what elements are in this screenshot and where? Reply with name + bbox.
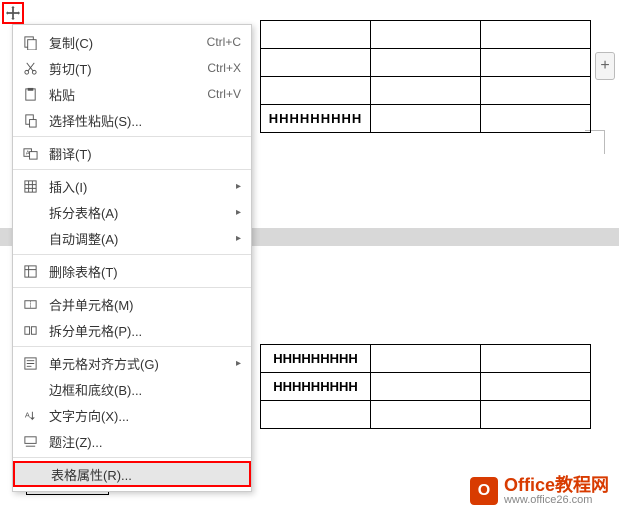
menu-shortcut: Ctrl+C xyxy=(207,35,241,49)
table-row[interactable] xyxy=(261,401,591,429)
menu-label: 插入(I) xyxy=(49,177,228,196)
menu-table-properties[interactable]: 表格属性(R)... xyxy=(13,461,251,487)
menu-shortcut: Ctrl+V xyxy=(207,87,241,101)
menu-split-cells[interactable]: 拆分单元格(P)... xyxy=(13,317,251,343)
menu-translate[interactable]: A 翻译(T) xyxy=(13,140,251,166)
table-row[interactable] xyxy=(261,21,591,49)
table-row[interactable] xyxy=(261,49,591,77)
move-icon xyxy=(6,6,20,20)
menu-cut[interactable]: 剪切(T) Ctrl+X xyxy=(13,55,251,81)
menu-label: 粘贴 xyxy=(49,85,207,104)
menu-copy[interactable]: 复制(C) Ctrl+C xyxy=(13,29,251,55)
svg-text:A: A xyxy=(24,410,29,419)
menu-separator xyxy=(13,346,251,347)
blank-icon xyxy=(21,229,39,247)
watermark: O Office教程网 www.office26.com xyxy=(470,476,609,507)
menu-paste[interactable]: 粘贴 Ctrl+V xyxy=(13,81,251,107)
caption-icon xyxy=(21,432,39,450)
menu-separator xyxy=(13,169,251,170)
menu-label: 剪切(T) xyxy=(49,59,207,78)
cut-icon xyxy=(21,59,39,77)
paste-icon xyxy=(21,85,39,103)
menu-delete-table[interactable]: 删除表格(T) xyxy=(13,258,251,284)
menu-paste-special[interactable]: 选择性粘贴(S)... xyxy=(13,107,251,133)
menu-label: 自动调整(A) xyxy=(49,229,228,248)
table-row[interactable] xyxy=(261,77,591,105)
paste-special-icon xyxy=(21,111,39,129)
menu-label: 拆分表格(A) xyxy=(49,203,228,222)
menu-caption[interactable]: 题注(Z)... xyxy=(13,428,251,454)
menu-label: 拆分单元格(P)... xyxy=(49,321,241,340)
menu-shortcut: Ctrl+X xyxy=(207,61,241,75)
chevron-right-icon: ▸ xyxy=(236,181,241,192)
menu-separator xyxy=(13,136,251,137)
watermark-url: www.office26.com xyxy=(504,494,609,507)
translate-icon: A xyxy=(21,144,39,162)
align-icon xyxy=(21,354,39,372)
menu-label: 删除表格(T) xyxy=(49,262,241,281)
menu-autofit[interactable]: 自动调整(A) ▸ xyxy=(13,225,251,251)
menu-label: 复制(C) xyxy=(49,33,207,52)
table-cell[interactable]: HHHHHHHHH xyxy=(261,345,371,373)
menu-label: 单元格对齐方式(G) xyxy=(49,354,228,373)
menu-separator xyxy=(13,254,251,255)
context-menu: 复制(C) Ctrl+C 剪切(T) Ctrl+X 粘贴 Ctrl+V 选择性粘… xyxy=(12,24,252,492)
menu-text-direction[interactable]: A 文字方向(X)... xyxy=(13,402,251,428)
menu-cell-align[interactable]: 单元格对齐方式(G) ▸ xyxy=(13,350,251,376)
insert-icon xyxy=(21,177,39,195)
menu-merge-cells[interactable]: 合并单元格(M) xyxy=(13,291,251,317)
blank-icon xyxy=(23,465,41,483)
page-corner-mark xyxy=(585,130,605,154)
menu-label: 合并单元格(M) xyxy=(49,295,241,314)
blank-icon xyxy=(21,203,39,221)
table-cell[interactable]: HHHHHHHHH xyxy=(261,105,371,133)
table-move-handle[interactable] xyxy=(2,2,24,24)
menu-label: 文字方向(X)... xyxy=(49,406,241,425)
blank-icon xyxy=(21,380,39,398)
office-logo-icon: O xyxy=(470,477,498,505)
menu-label: 翻译(T) xyxy=(49,144,241,163)
table-cell[interactable]: HHHHHHHHH xyxy=(261,373,371,401)
chevron-right-icon: ▸ xyxy=(236,358,241,369)
watermark-title: Office教程网 xyxy=(504,476,609,494)
chevron-right-icon: ▸ xyxy=(236,233,241,244)
menu-split-table[interactable]: 拆分表格(A) ▸ xyxy=(13,199,251,225)
merge-icon xyxy=(21,295,39,313)
split-icon xyxy=(21,321,39,339)
plus-icon: + xyxy=(600,57,609,75)
menu-label: 题注(Z)... xyxy=(49,432,241,451)
delete-table-icon xyxy=(21,262,39,280)
menu-label: 表格属性(R)... xyxy=(51,465,239,484)
table-2[interactable]: HHHHHHHHH HHHHHHHHH xyxy=(260,344,591,429)
menu-label: 选择性粘贴(S)... xyxy=(49,111,241,130)
menu-borders-shading[interactable]: 边框和底纹(B)... xyxy=(13,376,251,402)
menu-separator xyxy=(13,457,251,458)
table-row[interactable]: HHHHHHHHH xyxy=(261,105,591,133)
menu-separator xyxy=(13,287,251,288)
menu-insert[interactable]: 插入(I) ▸ xyxy=(13,173,251,199)
chevron-right-icon: ▸ xyxy=(236,207,241,218)
menu-label: 边框和底纹(B)... xyxy=(49,380,241,399)
table-1[interactable]: HHHHHHHHH xyxy=(260,20,591,133)
table-row[interactable]: HHHHHHHHH xyxy=(261,373,591,401)
copy-icon xyxy=(21,33,39,51)
table-row[interactable]: HHHHHHHHH xyxy=(261,345,591,373)
text-direction-icon: A xyxy=(21,406,39,424)
add-column-button[interactable]: + xyxy=(595,52,615,80)
